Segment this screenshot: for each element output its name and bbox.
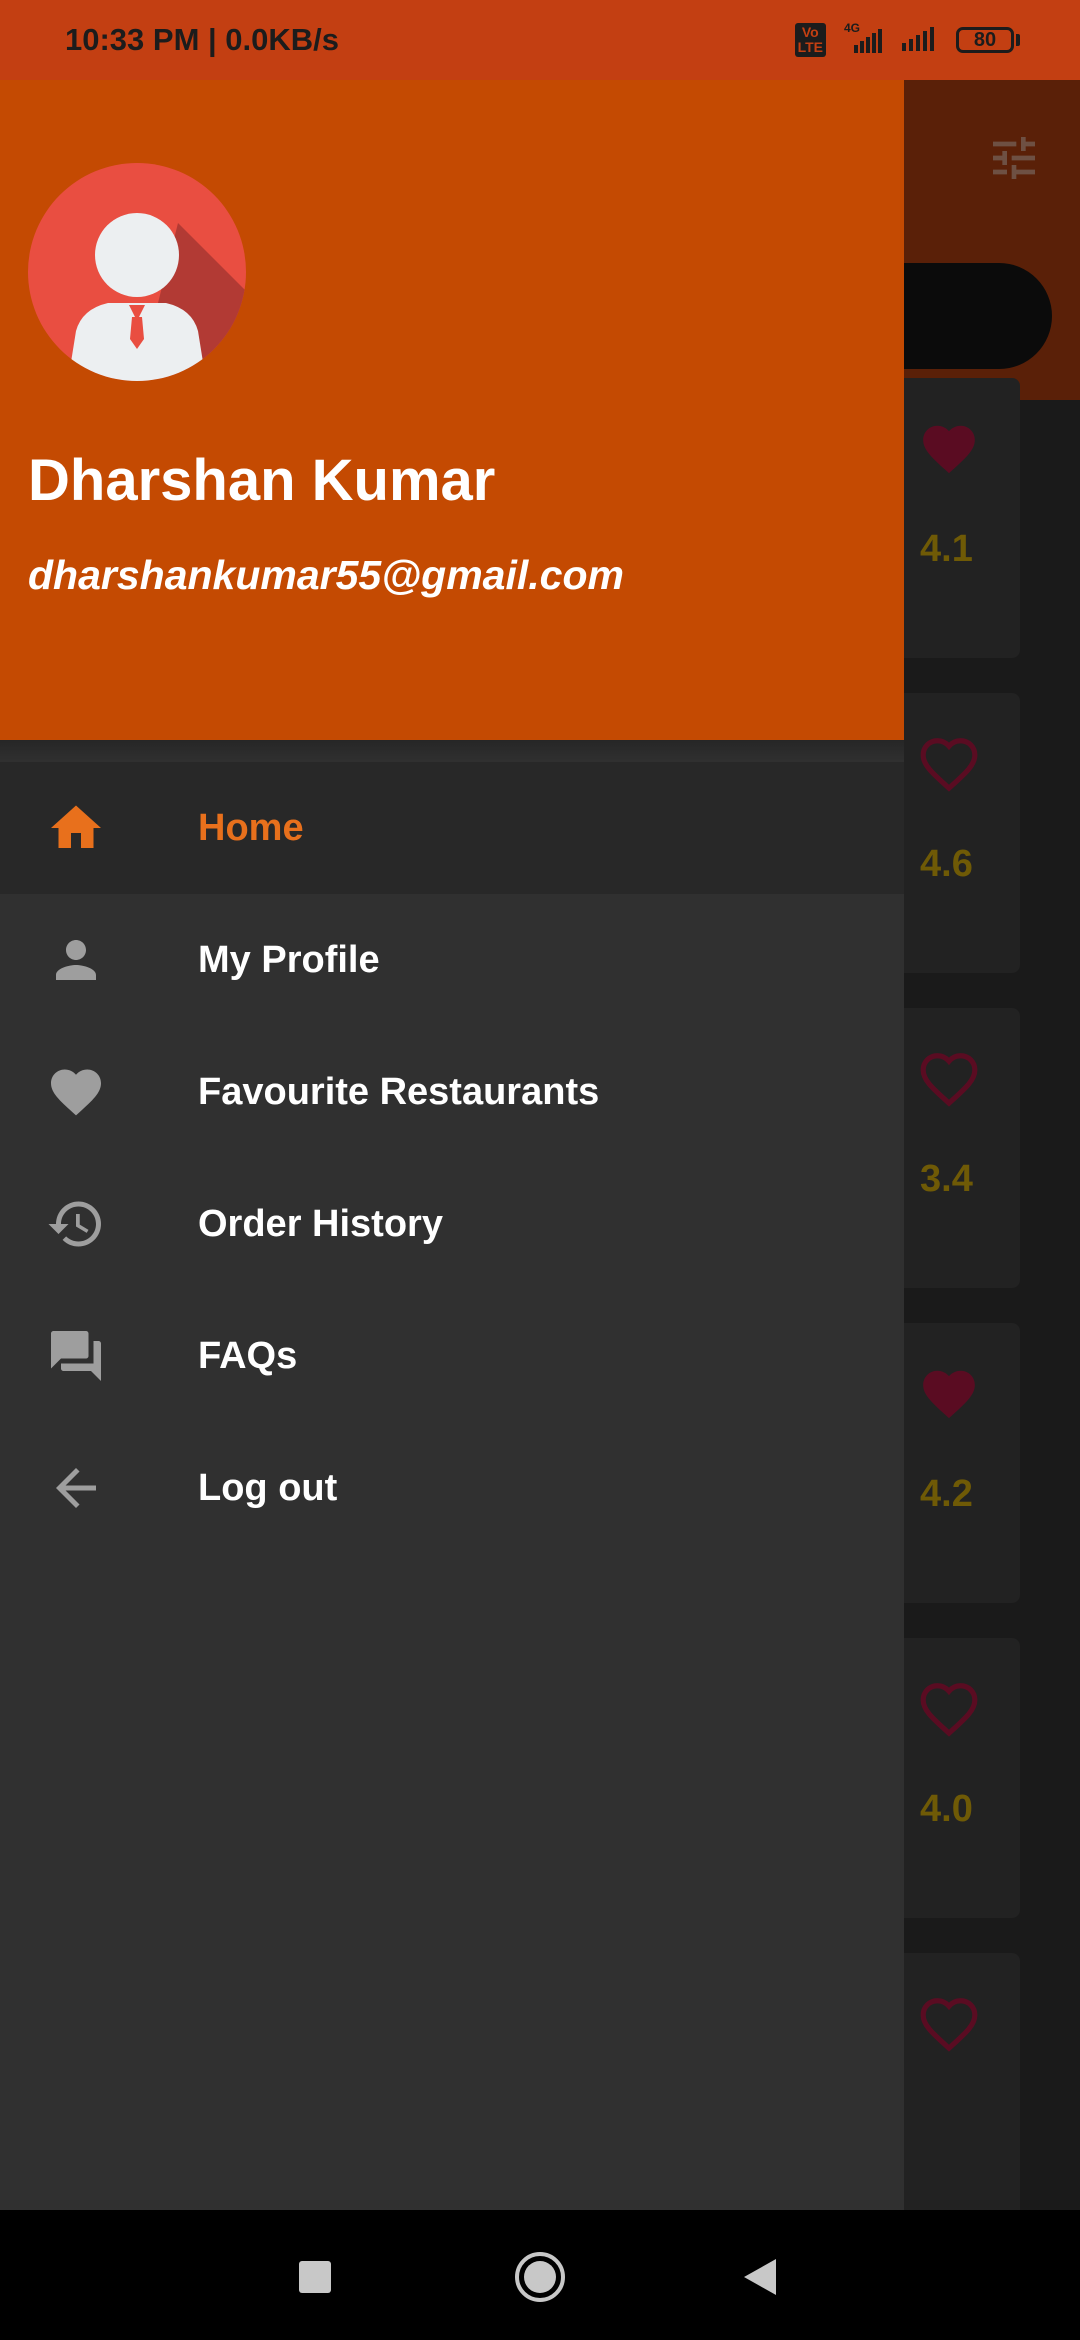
menu-label-order-history: Order History (198, 1202, 443, 1245)
menu-item-log-out[interactable]: Log out (0, 1422, 904, 1554)
menu-label-faqs: FAQs (198, 1334, 298, 1377)
system-navigation-bar (0, 2210, 1080, 2340)
restaurant-rating: 4.1 (920, 528, 973, 570)
restaurant-rating: 3.4 (920, 1158, 973, 1200)
user-name: Dharshan Kumar (28, 448, 496, 513)
menu-item-my-profile[interactable]: My Profile (0, 894, 904, 1026)
restaurant-rating: 4.2 (920, 1473, 973, 1515)
svg-text:4G: 4G (844, 21, 860, 35)
menu-item-home[interactable]: Home (0, 762, 904, 894)
favourite-outline-icon[interactable] (918, 733, 980, 795)
signal-icon (900, 23, 942, 58)
favourite-filled-icon[interactable] (918, 1363, 980, 1425)
menu-item-order-history[interactable]: Order History (0, 1158, 904, 1290)
avatar (28, 163, 246, 381)
arrow-back-icon (56, 1468, 96, 1508)
favourite-outline-icon[interactable] (918, 1048, 980, 1110)
favourite-outline-icon[interactable] (918, 1993, 980, 2055)
user-email: dharshankumar55@gmail.com (28, 552, 624, 598)
back-button[interactable] (740, 2255, 780, 2299)
battery-level: 80 (956, 27, 1014, 53)
status-icons: Vo LTE 4G 80 (794, 21, 1020, 60)
status-time: 10:33 PM | 0.0KB/s (65, 22, 340, 57)
favourite-outline-icon[interactable] (918, 1678, 980, 1740)
person-icon (56, 940, 96, 980)
home-icon (51, 805, 101, 848)
forum-icon (51, 1331, 101, 1381)
menu-label-home: Home (198, 806, 304, 849)
battery-icon: 80 (956, 27, 1020, 53)
signal-4g-icon: 4G (840, 21, 886, 60)
menu-label-favourite-restaurants: Favourite Restaurants (198, 1070, 600, 1113)
menu-item-favourite-restaurants[interactable]: Favourite Restaurants (0, 1026, 904, 1158)
volte-badge: Vo LTE (794, 23, 826, 57)
history-icon (48, 1201, 101, 1247)
drawer-header: Dharshan Kumar dharshankumar55@gmail.com (0, 80, 904, 740)
restaurant-rating: 4.6 (920, 843, 973, 885)
navigation-drawer: Dharshan Kumar dharshankumar55@gmail.com… (0, 80, 904, 2210)
filter-icon[interactable] (985, 130, 1043, 191)
menu-label-log-out: Log out (198, 1466, 338, 1509)
favourite-filled-icon[interactable] (918, 418, 980, 480)
heart-icon (51, 1069, 101, 1116)
header-divider (0, 740, 904, 762)
recents-button[interactable] (295, 2257, 335, 2297)
menu-item-faqs[interactable]: FAQs (0, 1290, 904, 1422)
home-button[interactable] (513, 2250, 567, 2304)
status-bar: 10:33 PM | 0.0KB/s Vo LTE 4G 80 (0, 0, 1080, 80)
menu-label-my-profile: My Profile (198, 938, 380, 981)
restaurant-rating: 4.0 (920, 1788, 973, 1830)
